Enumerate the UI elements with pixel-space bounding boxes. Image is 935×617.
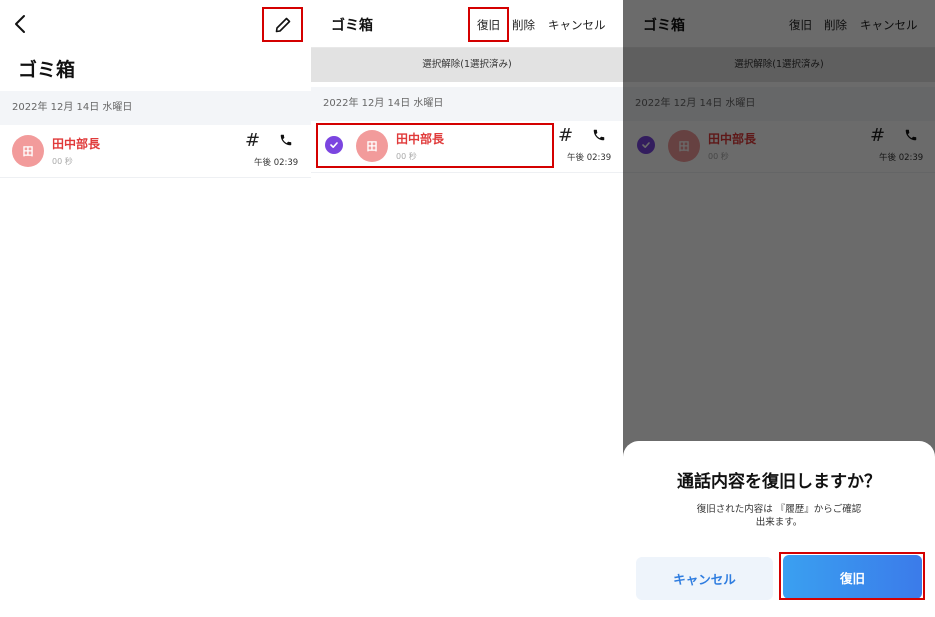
trash-list-panel: ゴミ箱 2022年 12月 14日 水曜日 田 田中部長 00 秒 # 午後 0… — [0, 0, 311, 617]
date-header: 2022年 12月 14日 水曜日 — [311, 87, 623, 121]
restore-highlight — [468, 7, 509, 42]
dialog-cancel-button[interactable]: キャンセル — [636, 557, 773, 600]
cancel-button[interactable]: キャンセル — [548, 17, 606, 33]
dialog-title: 通話内容を復旧しますか？ — [677, 472, 881, 492]
phone-icon[interactable] — [592, 128, 606, 142]
phone-icon[interactable] — [279, 133, 293, 147]
call-duration: 00 秒 — [52, 157, 73, 166]
page-title: ゴミ箱 — [331, 18, 373, 34]
dialog-message: 復旧された内容は 『履歴』からご確認 出来ます。 — [623, 503, 935, 529]
top-bar: ゴミ箱 復旧 削除 キャンセル — [311, 0, 623, 48]
hashtag-icon[interactable]: # — [558, 125, 573, 146]
dialog-message-line2: 出来ます。 — [755, 517, 803, 528]
restore-dialog-panel: ゴミ箱 復旧 削除 キャンセル 選択解除(1選択済み) 2022年 12月 14… — [623, 0, 935, 617]
trash-select-panel: ゴミ箱 復旧 削除 キャンセル 選択解除(1選択済み) 2022年 12月 14… — [311, 0, 623, 617]
delete-button[interactable]: 削除 — [512, 17, 535, 33]
back-icon — [15, 15, 25, 33]
deselect-bar[interactable]: 選択解除(1選択済み) — [311, 48, 623, 82]
dialog-message-line1: 復旧された内容は 『履歴』からご確認 — [696, 504, 862, 515]
hashtag-icon[interactable]: # — [245, 130, 260, 151]
contact-name: 田中部長 — [52, 137, 101, 151]
back-button[interactable] — [10, 12, 30, 36]
edit-button[interactable] — [262, 7, 303, 42]
pencil-icon — [275, 17, 290, 32]
call-time: 午後 02:39 — [254, 158, 299, 168]
avatar: 田 — [12, 135, 44, 167]
restore-dialog: 通話内容を復旧しますか？ 復旧された内容は 『履歴』からご確認 出来ます。 キャ… — [623, 441, 935, 617]
call-time: 午後 02:39 — [567, 153, 612, 163]
date-header: 2022年 12月 14日 水曜日 — [0, 91, 311, 125]
restore-button-highlight — [779, 552, 925, 600]
top-bar — [0, 0, 311, 50]
page-title: ゴミ箱 — [18, 59, 76, 81]
selection-highlight — [316, 123, 554, 168]
call-row[interactable]: 田 田中部長 00 秒 # 午後 02:39 — [0, 122, 311, 178]
